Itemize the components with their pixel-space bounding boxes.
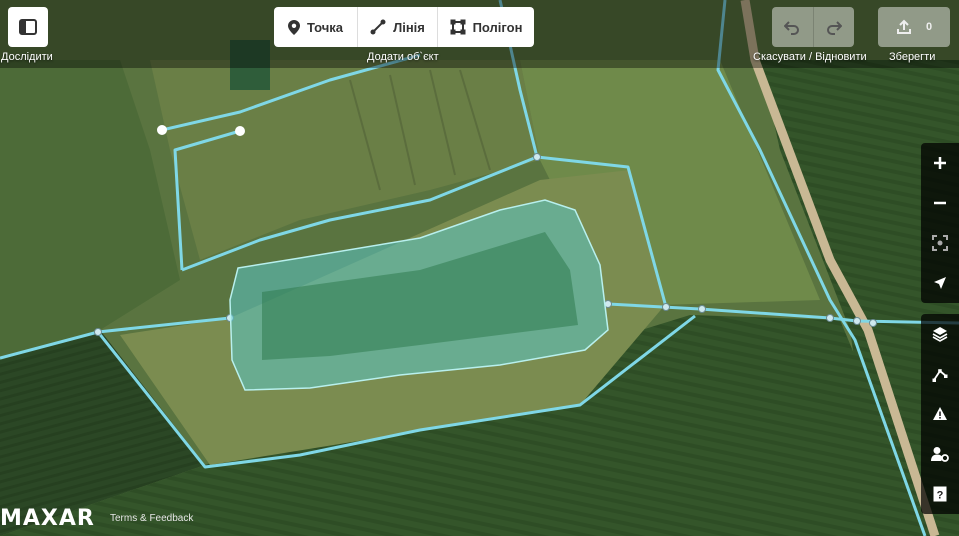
undo-redo-label: Скасувати / Відновити [753,51,867,63]
redo-icon [826,21,842,35]
add-point-label: Точка [306,19,344,35]
add-feature-label: Додати об`єкт [367,51,439,63]
add-line-label: Лінія [393,19,425,35]
add-point-button[interactable]: Точка [274,7,358,47]
background-panel-button[interactable] [921,314,959,354]
geolocate-button[interactable] [921,263,959,303]
add-feature-group: Точка Лінія Полігон [274,7,534,47]
map-canvas[interactable] [0,0,959,536]
issues-panel-button[interactable] [921,394,959,434]
preferences-panel-button[interactable] [921,434,959,474]
zoom-to-selection-icon [932,235,948,251]
map-data-icon [932,369,948,382]
point-marker-icon [287,19,300,35]
map-controls [921,143,959,303]
sidebar-toggle-button[interactable] [8,7,48,47]
help-panel-button[interactable]: ? [921,474,959,514]
geolocate-icon [934,277,946,289]
issues-icon [933,407,947,420]
undo-redo-group [772,7,854,47]
svg-text:?: ? [937,490,944,502]
terms-feedback-link[interactable]: Terms & Feedback [110,513,193,524]
imagery-provider-logo: MAXAR [0,506,95,531]
undo-button[interactable] [772,7,814,47]
save-button[interactable]: 0 [878,7,950,47]
layers-icon [932,327,948,342]
redo-button[interactable] [814,7,855,47]
save-label: Зберегти [889,51,936,63]
add-polygon-label: Полігон [472,19,523,35]
map-data-panel-button[interactable] [921,354,959,394]
add-line-button[interactable]: Лінія [358,7,438,47]
map-panels: ? [921,314,959,514]
polygon-icon [450,19,466,35]
zoom-in-icon [934,157,946,169]
line-icon [370,19,386,35]
help-icon: ? [933,486,947,502]
zoom-in-button[interactable] [921,143,959,183]
sidebar-icon [19,19,37,35]
zoom-to-selection-button[interactable] [921,223,959,263]
zoom-out-button[interactable] [921,183,959,223]
add-polygon-button[interactable]: Полігон [438,7,534,47]
undo-icon [784,21,800,35]
save-count-badge: 0 [925,21,933,33]
upload-icon [896,19,911,34]
preferences-icon [931,447,949,462]
explore-label: Дослідити [1,51,53,63]
zoom-out-icon [934,201,946,205]
